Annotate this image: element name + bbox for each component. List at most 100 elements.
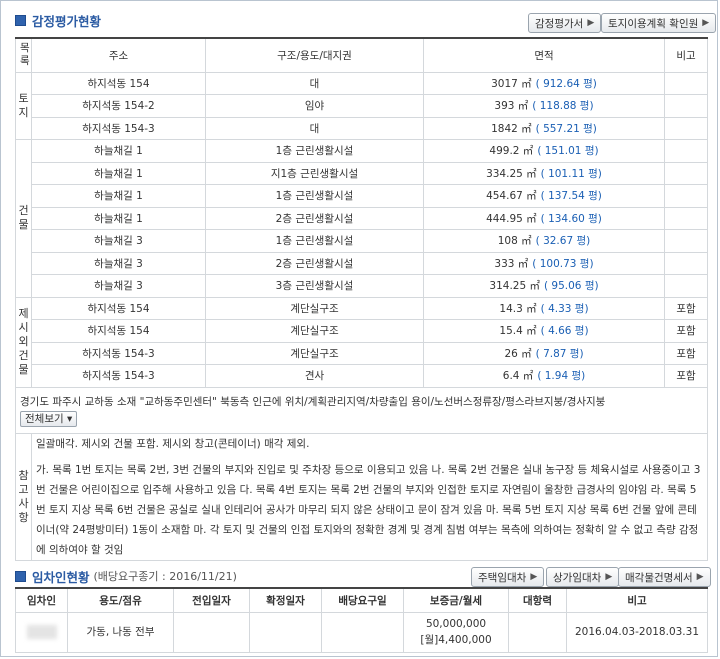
tenant-row: 가동, 나동 전부 50,000,000 [월]4,400,000 2016.0… bbox=[15, 611, 708, 653]
structure-cell: 1층 근린생활시설 bbox=[205, 229, 424, 253]
structure-cell: 계단실구조 bbox=[205, 319, 424, 343]
building-row: 하늘채길 3 3층 근린생활시설 314.25 ㎡( 95.06 평) bbox=[16, 274, 708, 298]
land-group-label: 토지 bbox=[15, 71, 32, 140]
structure-cell: 1층 근린생활시설 bbox=[205, 139, 424, 163]
chevron-right-icon: ▶ bbox=[530, 572, 538, 582]
address-cell: 하지석동 154-2 bbox=[31, 94, 206, 118]
structure-cell: 1층 근린생활시설 bbox=[205, 184, 424, 208]
land-plan-button[interactable]: 토지이용계획 확인원 ▶ bbox=[601, 13, 717, 33]
appraisal-table: 목록 주소 구조/용도/대지권 면적 비고 토지 하지석동 154 대 3017 ㎡(… bbox=[15, 37, 708, 561]
area-cell: 334.25 ㎡( 101.11 평) bbox=[423, 161, 665, 185]
land-row: 하지석동 154-2 임야 393 ㎡( 118.88 평) bbox=[16, 94, 708, 118]
col-usage: 용도/점유 bbox=[67, 587, 174, 613]
excluded-row: 하지석동 154-3 견사 6.4 ㎡( 1.94 평) 포함 bbox=[16, 364, 708, 388]
building-group-label: 건물 bbox=[15, 139, 32, 298]
excluded-group-label: 제시외건물 bbox=[15, 296, 32, 388]
col-fixed-date: 확정일자 bbox=[249, 587, 322, 613]
address-cell: 하지석동 154 bbox=[31, 71, 206, 95]
tenant-opposing bbox=[508, 611, 567, 653]
note-cell bbox=[664, 94, 708, 118]
appraisal-header-row: 목록 주소 구조/용도/대지권 면적 비고 bbox=[15, 37, 708, 73]
tenant-deposit-cell: 50,000,000 [월]4,400,000 bbox=[403, 611, 509, 653]
structure-cell: 2층 근린생활시설 bbox=[205, 251, 424, 275]
address-cell: 하늘채길 1 bbox=[31, 184, 206, 208]
tenant-fixed-date bbox=[249, 611, 322, 653]
reference-line-1: 일괄매각. 제시외 건물 포함. 제시외 창고(콘테이너) 매각 제외. bbox=[36, 437, 310, 450]
area-cell: 444.95 ㎡( 134.60 평) bbox=[423, 206, 665, 230]
address-cell: 하지석동 154 bbox=[31, 319, 206, 343]
tenants-section-header: 임차인현황 (배당요구종기 : 2016/11/21) bbox=[15, 565, 237, 587]
address-cell: 하늘채길 3 bbox=[31, 251, 206, 275]
house-lease-button[interactable]: 주택임대차 ▶ bbox=[471, 567, 545, 587]
appraisal-body: 토지 하지석동 154 대 3017 ㎡( 912.64 평) 하지석동 154-2 임야… bbox=[15, 71, 708, 561]
address-cell: 하지석동 154-3 bbox=[31, 341, 206, 365]
page-frame: 감정평가현황 감정평가서 ▶ 토지이용계획 확인원 ▶ 목록 주소 구조/용도/… bbox=[0, 0, 718, 657]
area-cell: 15.4 ㎡( 4.66 평) bbox=[423, 319, 665, 343]
address-cell: 하늘채길 1 bbox=[31, 161, 206, 185]
tenant-note: 2016.04.03-2018.03.31 bbox=[566, 611, 708, 653]
area-cell: 393 ㎡( 118.88 평) bbox=[423, 94, 665, 118]
excluded-row: 하지석동 154 계단실구조 15.4 ㎡( 4.66 평) 포함 bbox=[16, 319, 708, 343]
tenant-name-cell bbox=[15, 611, 68, 653]
structure-cell: 견사 bbox=[205, 364, 424, 388]
structure-cell: 2층 근린생활시설 bbox=[205, 206, 424, 230]
building-row: 하늘채길 1 1층 근린생활시설 454.67 ㎡( 137.54 평) bbox=[16, 184, 708, 208]
note-cell bbox=[664, 206, 708, 230]
location-note: 경기도 파주시 교하동 소재 "교하동주민센터" 북동측 인근에 위치/계획관리… bbox=[20, 395, 606, 408]
store-lease-button[interactable]: 상가임대차 ▶ bbox=[546, 567, 620, 587]
area-sqm: 14.3 ㎡ bbox=[499, 302, 537, 315]
expand-all-button[interactable]: 전체보기 ▾ bbox=[20, 410, 78, 427]
area-sqm: 454.67 ㎡ bbox=[486, 190, 537, 203]
area-pyeong: ( 557.21 평) bbox=[535, 122, 597, 135]
col-area: 면적 bbox=[423, 37, 665, 73]
area-pyeong: ( 1.94 평) bbox=[537, 370, 586, 383]
tenants-subtitle: (배당요구종기 : 2016/11/21) bbox=[93, 570, 237, 583]
section-bullet-icon bbox=[15, 14, 26, 26]
area-cell: 499.2 ㎡( 151.01 평) bbox=[423, 139, 665, 163]
col-claim-date: 배당요구일 bbox=[321, 587, 404, 613]
area-sqm: 499.2 ㎡ bbox=[489, 145, 534, 158]
property-statement-label: 매각물건명세서 bbox=[625, 571, 693, 584]
area-pyeong: ( 151.01 평) bbox=[537, 145, 599, 158]
structure-cell: 대 bbox=[205, 71, 424, 95]
note-cell bbox=[664, 71, 708, 95]
reference-row: 참고사항 일괄매각. 제시외 건물 포함. 제시외 창고(콘테이너) 매각 제외.… bbox=[15, 432, 708, 561]
building-row: 하늘채길 3 1층 근린생활시설 108 ㎡( 32.67 평) bbox=[16, 229, 708, 253]
house-lease-label: 주택임대차 bbox=[478, 571, 527, 584]
area-pyeong: ( 95.06 평) bbox=[543, 280, 599, 293]
area-cell: 3017 ㎡( 912.64 평) bbox=[423, 71, 665, 95]
area-cell: 26 ㎡( 7.87 평) bbox=[423, 341, 665, 365]
area-sqm: 26 ㎡ bbox=[504, 347, 532, 360]
location-note-row: 경기도 파주시 교하동 소재 "교하동주민센터" 북동측 인근에 위치/계획관리… bbox=[15, 386, 708, 434]
address-cell: 하늘채길 3 bbox=[31, 274, 206, 298]
area-sqm: 3017 ㎡ bbox=[491, 77, 532, 90]
excluded-row: 하지석동 154-3 계단실구조 26 ㎡( 7.87 평) 포함 bbox=[16, 341, 708, 365]
tenant-move-in bbox=[173, 611, 250, 653]
appraisal-section-header: 감정평가현황 bbox=[15, 9, 101, 31]
tenants-header-row: 임차인 용도/점유 전입일자 확정일자 배당요구일 보증금/월세 대항력 비고 bbox=[15, 587, 708, 613]
building-row: 하늘채길 3 2층 근린생활시설 333 ㎡( 100.73 평) bbox=[16, 251, 708, 275]
redacted-name bbox=[26, 625, 57, 639]
address-cell: 하늘채길 1 bbox=[31, 206, 206, 230]
appraisal-report-button[interactable]: 감정평가서 ▶ bbox=[528, 13, 602, 33]
tenants-title: 임차인현황 bbox=[32, 569, 90, 585]
building-row: 건물 하늘채길 1 1층 근린생활시설 499.2 ㎡( 151.01 평) bbox=[15, 139, 708, 298]
col-tenant-note: 비고 bbox=[566, 587, 708, 613]
address-cell: 하늘채길 3 bbox=[31, 229, 206, 253]
appraisal-title: 감정평가현황 bbox=[32, 13, 102, 29]
area-pyeong: ( 134.60 평) bbox=[540, 212, 602, 225]
area-cell: 108 ㎡( 32.67 평) bbox=[423, 229, 665, 253]
note-cell bbox=[664, 184, 708, 208]
address-cell: 하지석동 154 bbox=[31, 296, 206, 320]
tenant-deposit: 50,000,000 bbox=[425, 618, 487, 630]
note-cell: 포함 bbox=[664, 319, 708, 343]
area-cell: 454.67 ㎡( 137.54 평) bbox=[423, 184, 665, 208]
area-sqm: 15.4 ㎡ bbox=[499, 325, 537, 338]
note-cell: 포함 bbox=[664, 341, 708, 365]
reference-label: 참고사항 bbox=[15, 432, 32, 561]
note-cell bbox=[664, 161, 708, 185]
area-pyeong: ( 32.67 평) bbox=[535, 235, 591, 248]
note-cell bbox=[664, 229, 708, 253]
col-tenant: 임차인 bbox=[15, 587, 68, 613]
property-statement-button[interactable]: 매각물건명세서 ▶ bbox=[618, 567, 711, 587]
